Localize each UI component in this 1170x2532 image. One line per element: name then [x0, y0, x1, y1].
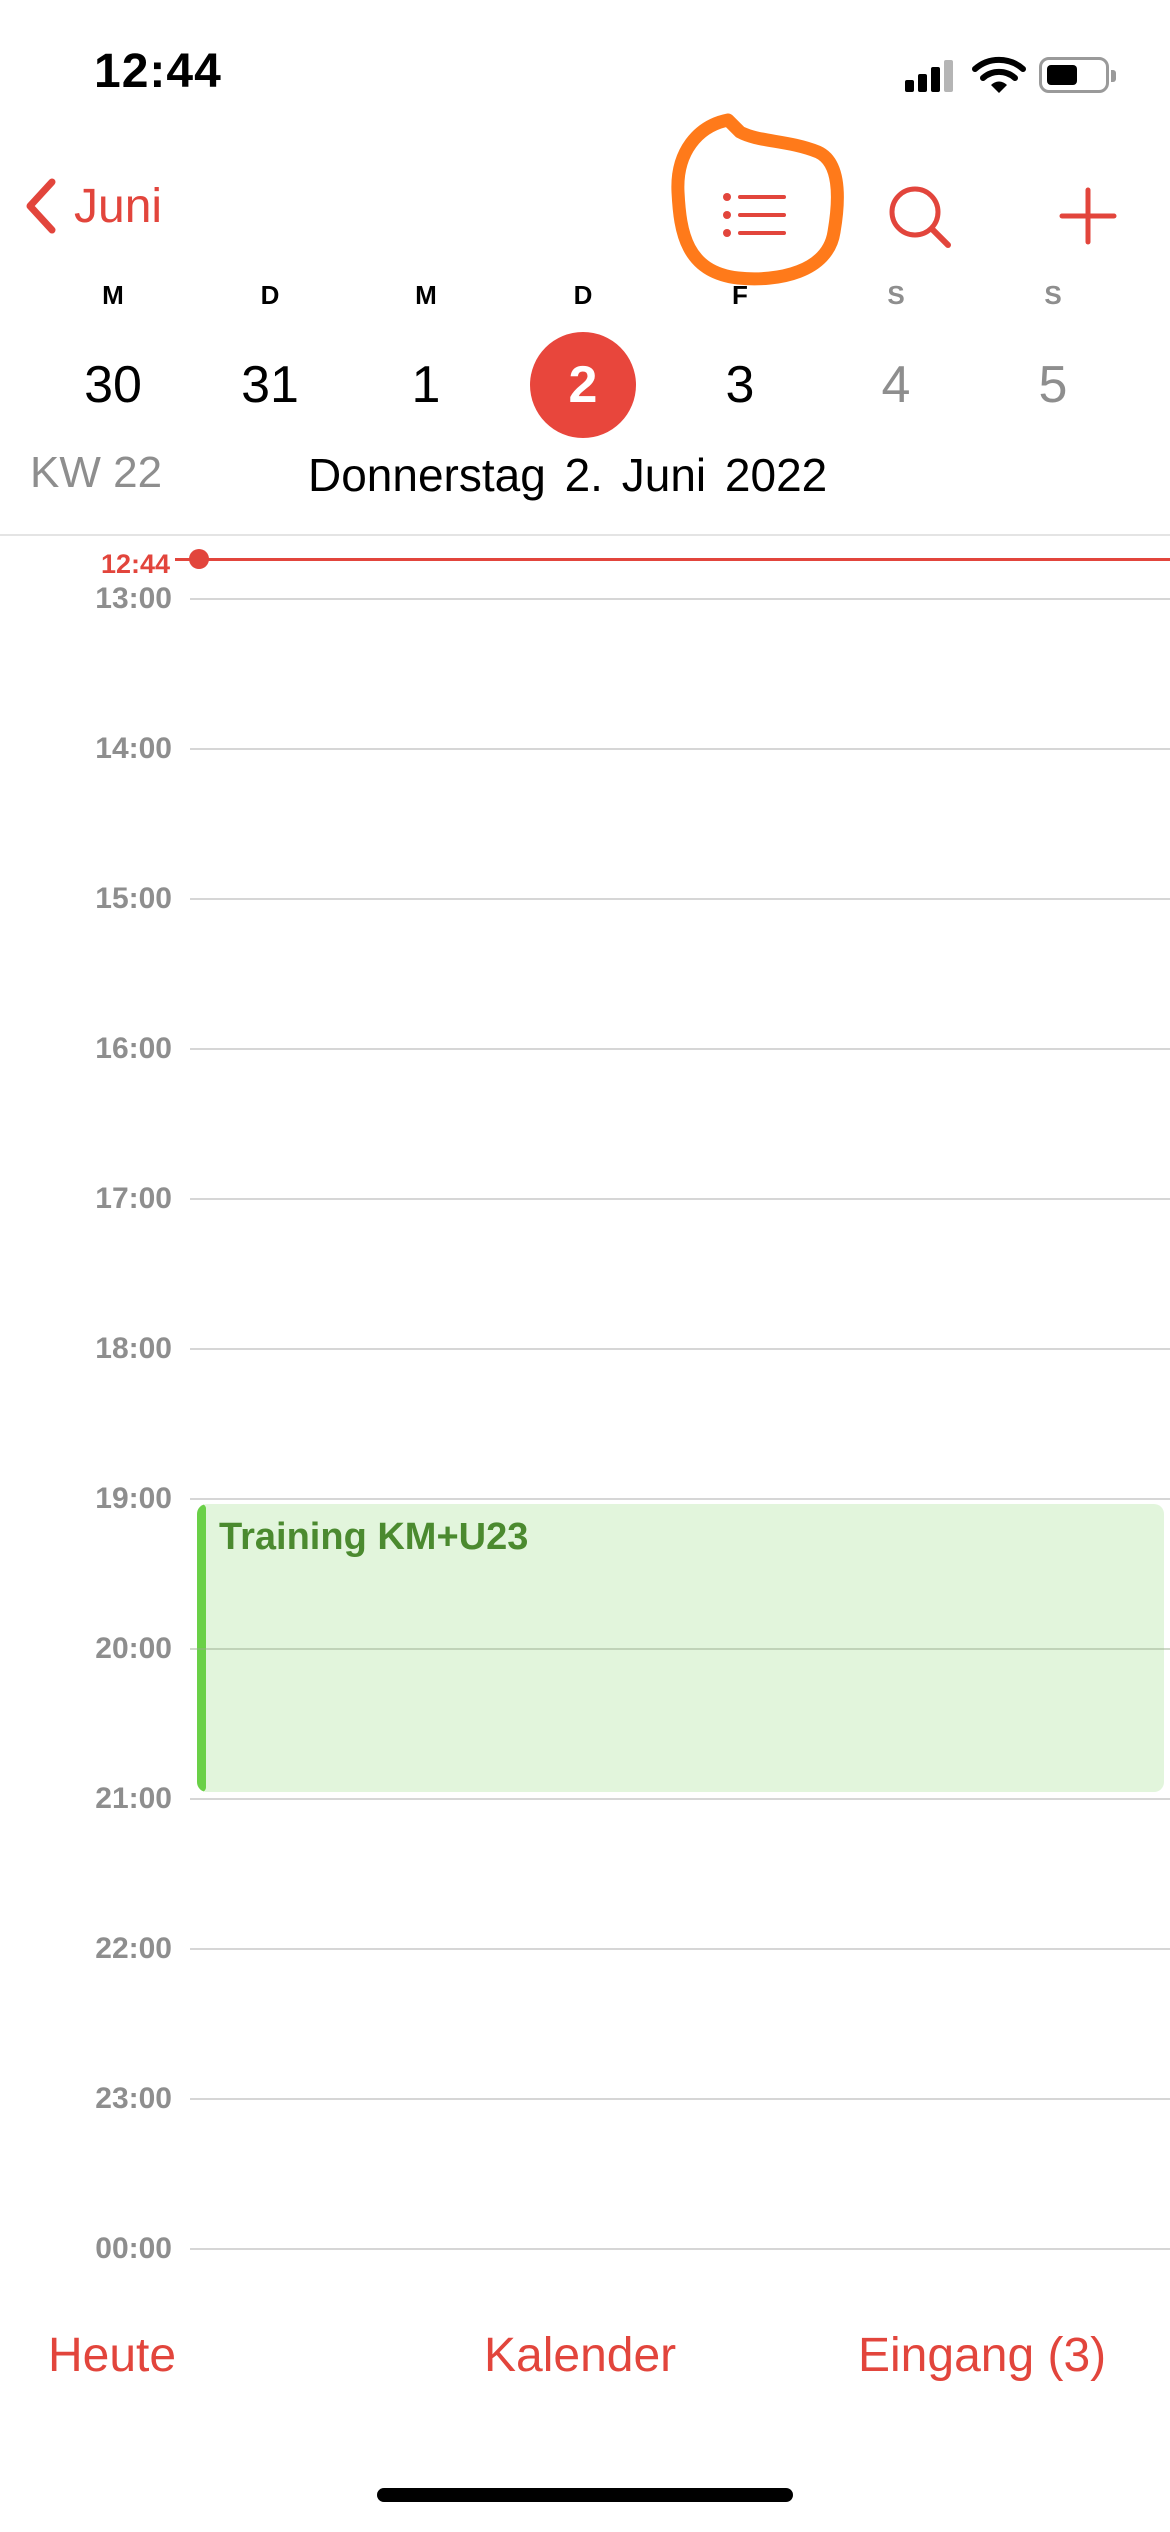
- hour-label: 13:00: [95, 582, 172, 615]
- battery-icon: [1039, 57, 1116, 93]
- wifi-icon: [972, 55, 1026, 95]
- hour-label: 00:00: [95, 2232, 172, 2265]
- calendars-button[interactable]: Kalender: [484, 2328, 676, 2383]
- weekday-label: F: [732, 280, 748, 310]
- hour-line: [190, 1498, 1170, 1500]
- home-indicator[interactable]: [377, 2488, 793, 2502]
- date-cell[interactable]: 4: [843, 332, 949, 438]
- date-cell[interactable]: 30: [60, 332, 166, 438]
- date-cell[interactable]: 5: [1000, 332, 1106, 438]
- chevron-left-icon: [26, 178, 56, 234]
- hour-line: [190, 1348, 1170, 1350]
- back-button[interactable]: Juni: [22, 176, 162, 236]
- hour-line: [190, 748, 1170, 750]
- date-cell-selected[interactable]: 2: [530, 332, 636, 438]
- weekday-label: S: [1044, 280, 1062, 310]
- hour-label: 14:00: [95, 732, 172, 765]
- date-cell[interactable]: 31: [217, 332, 323, 438]
- back-button-label: Juni: [74, 179, 163, 233]
- search-button[interactable]: [880, 170, 960, 260]
- hour-label: 19:00: [95, 1482, 172, 1515]
- current-time-label: 12:44: [100, 549, 170, 579]
- hour-label: 18:00: [95, 1332, 172, 1365]
- add-event-button[interactable]: [1048, 170, 1128, 260]
- date-cell[interactable]: 3: [687, 332, 793, 438]
- hour-label: 22:00: [95, 1932, 172, 1965]
- hour-label: 21:00: [95, 1782, 172, 1815]
- current-time-line: [175, 558, 1170, 561]
- weekday-label: S: [887, 280, 905, 310]
- hour-line: [190, 1198, 1170, 1200]
- search-icon: [889, 186, 951, 248]
- hour-line: [190, 1798, 1170, 1800]
- plus-icon: [1059, 187, 1117, 245]
- event-title: Training KM+U23: [219, 1516, 529, 1558]
- inbox-button[interactable]: Eingang (3): [858, 2328, 1106, 2383]
- hour-line: [190, 1048, 1170, 1050]
- list-icon: [723, 193, 786, 237]
- weekday-row: M D M D F S S: [0, 280, 1170, 320]
- hour-label: 17:00: [95, 1182, 172, 1215]
- week-dates-row: 30 31 1 2 3 4 5: [0, 332, 1170, 442]
- date-cell[interactable]: 1: [373, 332, 479, 438]
- hour-line: [190, 1648, 1170, 1650]
- weekday-label: D: [573, 280, 593, 310]
- calendar-week-label: KW 22: [30, 448, 163, 497]
- weekday-label: M: [102, 280, 124, 310]
- today-button[interactable]: Heute: [48, 2328, 176, 2383]
- status-time: 12:44: [94, 45, 222, 98]
- selected-date-title: Donnerstag 2. Juni 2022: [308, 449, 828, 501]
- bottom-toolbar: Heute Kalender Eingang (3): [0, 2300, 1170, 2420]
- hour-line: [190, 598, 1170, 600]
- weekday-label: D: [260, 280, 280, 310]
- hour-line: [190, 2098, 1170, 2100]
- weekday-label: M: [415, 280, 437, 310]
- cellular-signal-icon: [905, 60, 955, 92]
- hour-line: [190, 2248, 1170, 2250]
- hour-label: 15:00: [95, 882, 172, 915]
- hour-label: 23:00: [95, 2082, 172, 2115]
- current-time-dot: [189, 549, 209, 569]
- hour-line: [190, 1948, 1170, 1950]
- hour-line: [190, 898, 1170, 900]
- hour-label: 16:00: [95, 1032, 172, 1065]
- navigation-bar: Juni: [0, 140, 1170, 270]
- hour-label: 20:00: [95, 1632, 172, 1665]
- day-timeline[interactable]: 12:44 13:00 14:00 15:00 16:00 17:00 18:0…: [0, 536, 1170, 2266]
- list-view-button[interactable]: [700, 170, 810, 260]
- status-bar: 12:44: [0, 0, 1170, 150]
